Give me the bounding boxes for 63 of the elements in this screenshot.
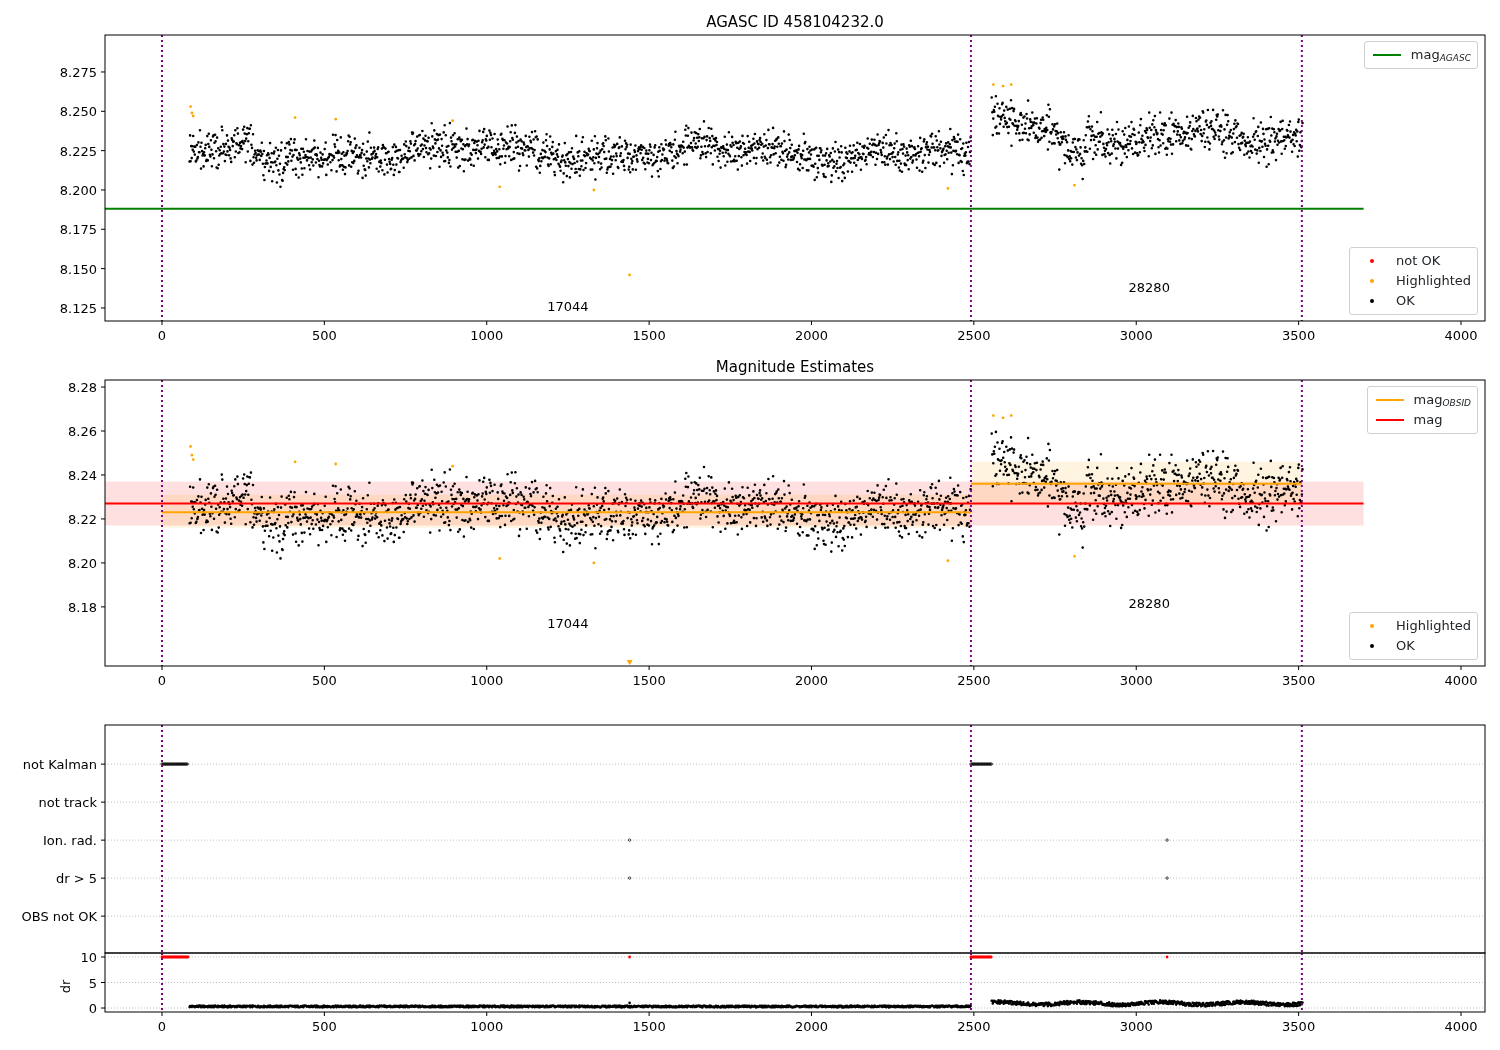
tick-label: 3500 <box>1282 673 1316 688</box>
tick-label: 0 <box>157 673 167 688</box>
tick-label: 0 <box>157 1019 167 1034</box>
tick-label: 500 <box>311 328 337 343</box>
tick-label: 8.26 <box>68 424 97 439</box>
tick-label: not Kalman <box>22 757 97 773</box>
tick-label: 8.18 <box>68 599 97 615</box>
tick-label: 2000 <box>794 1019 829 1034</box>
tick-label: 8.125 <box>59 300 97 316</box>
tick-label: 3500 <box>1282 328 1316 343</box>
annotation-label: 28280 <box>1128 279 1170 295</box>
chart-title: Magnitude Estimates <box>715 358 875 376</box>
annotation-label: 17044 <box>547 298 589 314</box>
tick-label: 1000 <box>470 1019 504 1034</box>
annotation-label: 28280 <box>1128 595 1170 611</box>
tick-label: 4000 <box>1444 1019 1478 1034</box>
legend-label: Highlighted <box>1396 272 1471 290</box>
tick-label: 8.22 <box>68 511 97 527</box>
tick-label: 0 <box>88 1001 97 1016</box>
tick-label: 8.200 <box>59 182 97 198</box>
tick-label: 2500 <box>957 673 991 688</box>
tick-label: 8.150 <box>59 261 97 277</box>
tick-label: not track <box>38 795 97 811</box>
tick-label: Ion. rad. <box>43 833 97 849</box>
legend-label: mag <box>1413 411 1443 429</box>
tick-label: 8.28 <box>68 380 97 396</box>
tick-label: 1500 <box>632 673 666 688</box>
tick-label: 8.225 <box>59 143 97 159</box>
tick-label: 8.175 <box>59 222 97 238</box>
tick-label: 1000 <box>470 673 504 688</box>
tick-label: 3000 <box>1119 328 1153 343</box>
tick-label: 8.20 <box>68 555 97 571</box>
tick-label: 8.250 <box>59 104 97 120</box>
axis-label: dr <box>58 979 73 994</box>
tick-label: 500 <box>311 1019 337 1034</box>
tick-label: 5 <box>88 975 97 991</box>
tick-label: 0 <box>157 328 167 343</box>
tick-label: 3500 <box>1282 1019 1316 1034</box>
legend-label: OK <box>1396 637 1415 655</box>
legend-label: OK <box>1396 292 1415 310</box>
legend-label: mag$_{OBSID}$ <box>1413 391 1471 410</box>
tick-label: 1500 <box>632 1019 666 1034</box>
tick-label: OBS not OK <box>21 909 97 925</box>
tick-label: 2500 <box>957 1019 991 1034</box>
annotation-label: 17044 <box>547 615 589 631</box>
tick-label: 8.275 <box>59 64 97 80</box>
tick-label: 3000 <box>1119 673 1153 688</box>
tick-label: 2500 <box>957 328 991 343</box>
tick-label: 2000 <box>794 673 829 688</box>
tick-label: 4000 <box>1444 328 1478 343</box>
tick-label: 1000 <box>470 328 504 343</box>
tick-label: 4000 <box>1444 673 1478 688</box>
legend-label: mag$_{AGASC}$ <box>1410 46 1471 65</box>
tick-label: 2000 <box>794 328 829 343</box>
legend-label: not OK <box>1396 252 1441 270</box>
tick-label: 3000 <box>1119 1019 1153 1034</box>
tick-label: 1500 <box>632 328 666 343</box>
legend-label: Highlighted <box>1396 617 1471 635</box>
tick-label: 8.24 <box>68 467 97 483</box>
tick-label: 500 <box>311 673 337 688</box>
chart-title: AGASC ID 458104232.0 <box>706 13 884 31</box>
tick-label: 10 <box>80 950 97 965</box>
tick-label: dr > 5 <box>55 871 97 887</box>
